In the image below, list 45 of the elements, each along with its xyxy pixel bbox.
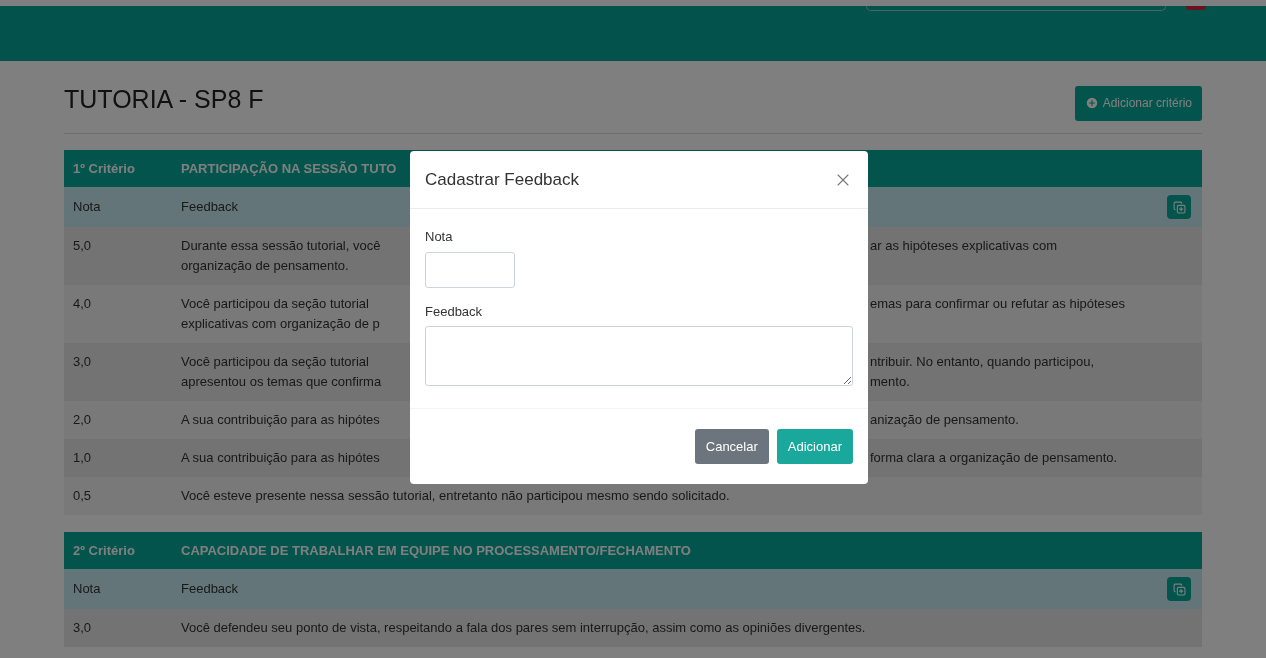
copy-plus-icon	[1172, 582, 1186, 596]
feedback-text: Durante essa sessão tutorial, você	[181, 237, 382, 255]
feedback-text: ntribuir. No entanto, quando participou,	[870, 353, 1095, 371]
column-title: Nota	[73, 581, 101, 597]
column-title: Nota	[73, 199, 101, 215]
feedback-text: Você esteve presente nessa sessão tutorial, entretanto não participou mesmo sendo solicitado.	[181, 488, 730, 503]
grade-text: 3,0	[73, 620, 92, 635]
column-title: Feedback	[181, 581, 239, 597]
feedback-text: A sua contribuição para as hipótes	[181, 411, 381, 429]
grade-text: 0,5	[73, 488, 92, 503]
criterion-title: CAPACIDADE DE TRABALHAR EM EQUIPE NO PROCESSAMENTO/FECHAMENTO	[181, 542, 691, 558]
criterion-label: 1º Critério	[73, 160, 135, 176]
add-feedback-button[interactable]	[1167, 577, 1191, 601]
criterion-title: PARTICIPAÇÃO NA SESSÃO TUTO	[181, 160, 397, 176]
grade-text: 2,0	[73, 412, 92, 427]
feedback-text: mento.	[870, 373, 911, 391]
add-feedback-button[interactable]	[1167, 195, 1191, 219]
grade-text: 3,0	[73, 354, 92, 369]
copy-plus-icon	[1172, 200, 1186, 214]
page-title: TUTORIA - SP8 F	[64, 84, 264, 116]
feedback-text: Você participou da seção tutorial	[181, 353, 370, 371]
grade-text: 5,0	[73, 238, 92, 253]
column-title: Feedback	[181, 199, 239, 215]
feedback-text: Você defendeu seu ponto de vista, respeitando a fala dos pares sem interrupção, assim como as opiniões divergentes.	[181, 620, 866, 635]
grade-text: 4,0	[73, 296, 92, 311]
feedback-text: ar as hipóteses explicativas com	[870, 237, 1058, 255]
add-button[interactable]: Adicionar	[776, 429, 853, 464]
criterion-label: 2º Critério	[73, 542, 135, 558]
feedback-text: anização de pensamento.	[870, 411, 1019, 429]
feedback-text: emas para confirmar ou refutar as hipóteses	[870, 295, 1126, 313]
feedback-text: explicativas com organização de p	[181, 315, 381, 333]
feedback-text: Você participou da seção tutorial	[181, 295, 370, 313]
feedback-text: organização de pensamento.	[181, 257, 350, 275]
modal-title: Cadastrar Feedback	[425, 168, 580, 191]
feedback-textarea[interactable]	[425, 326, 853, 386]
grade-input[interactable]	[425, 251, 515, 288]
cancel-button[interactable]: Cancelar	[694, 429, 769, 464]
feedback-text: A sua contribuição para as hipótes	[181, 449, 381, 467]
field-label: Feedback	[425, 302, 484, 321]
field-label: Nota	[425, 228, 454, 246]
feedback-text: forma clara a organização de pensamento.	[870, 449, 1118, 467]
add-criterion-button[interactable]: Adicionar critério	[1074, 85, 1202, 121]
feedback-text: apresentou os temas que confirma	[181, 373, 383, 391]
plus-circle-icon	[1084, 96, 1099, 110]
grade-text: 1,0	[73, 450, 92, 465]
